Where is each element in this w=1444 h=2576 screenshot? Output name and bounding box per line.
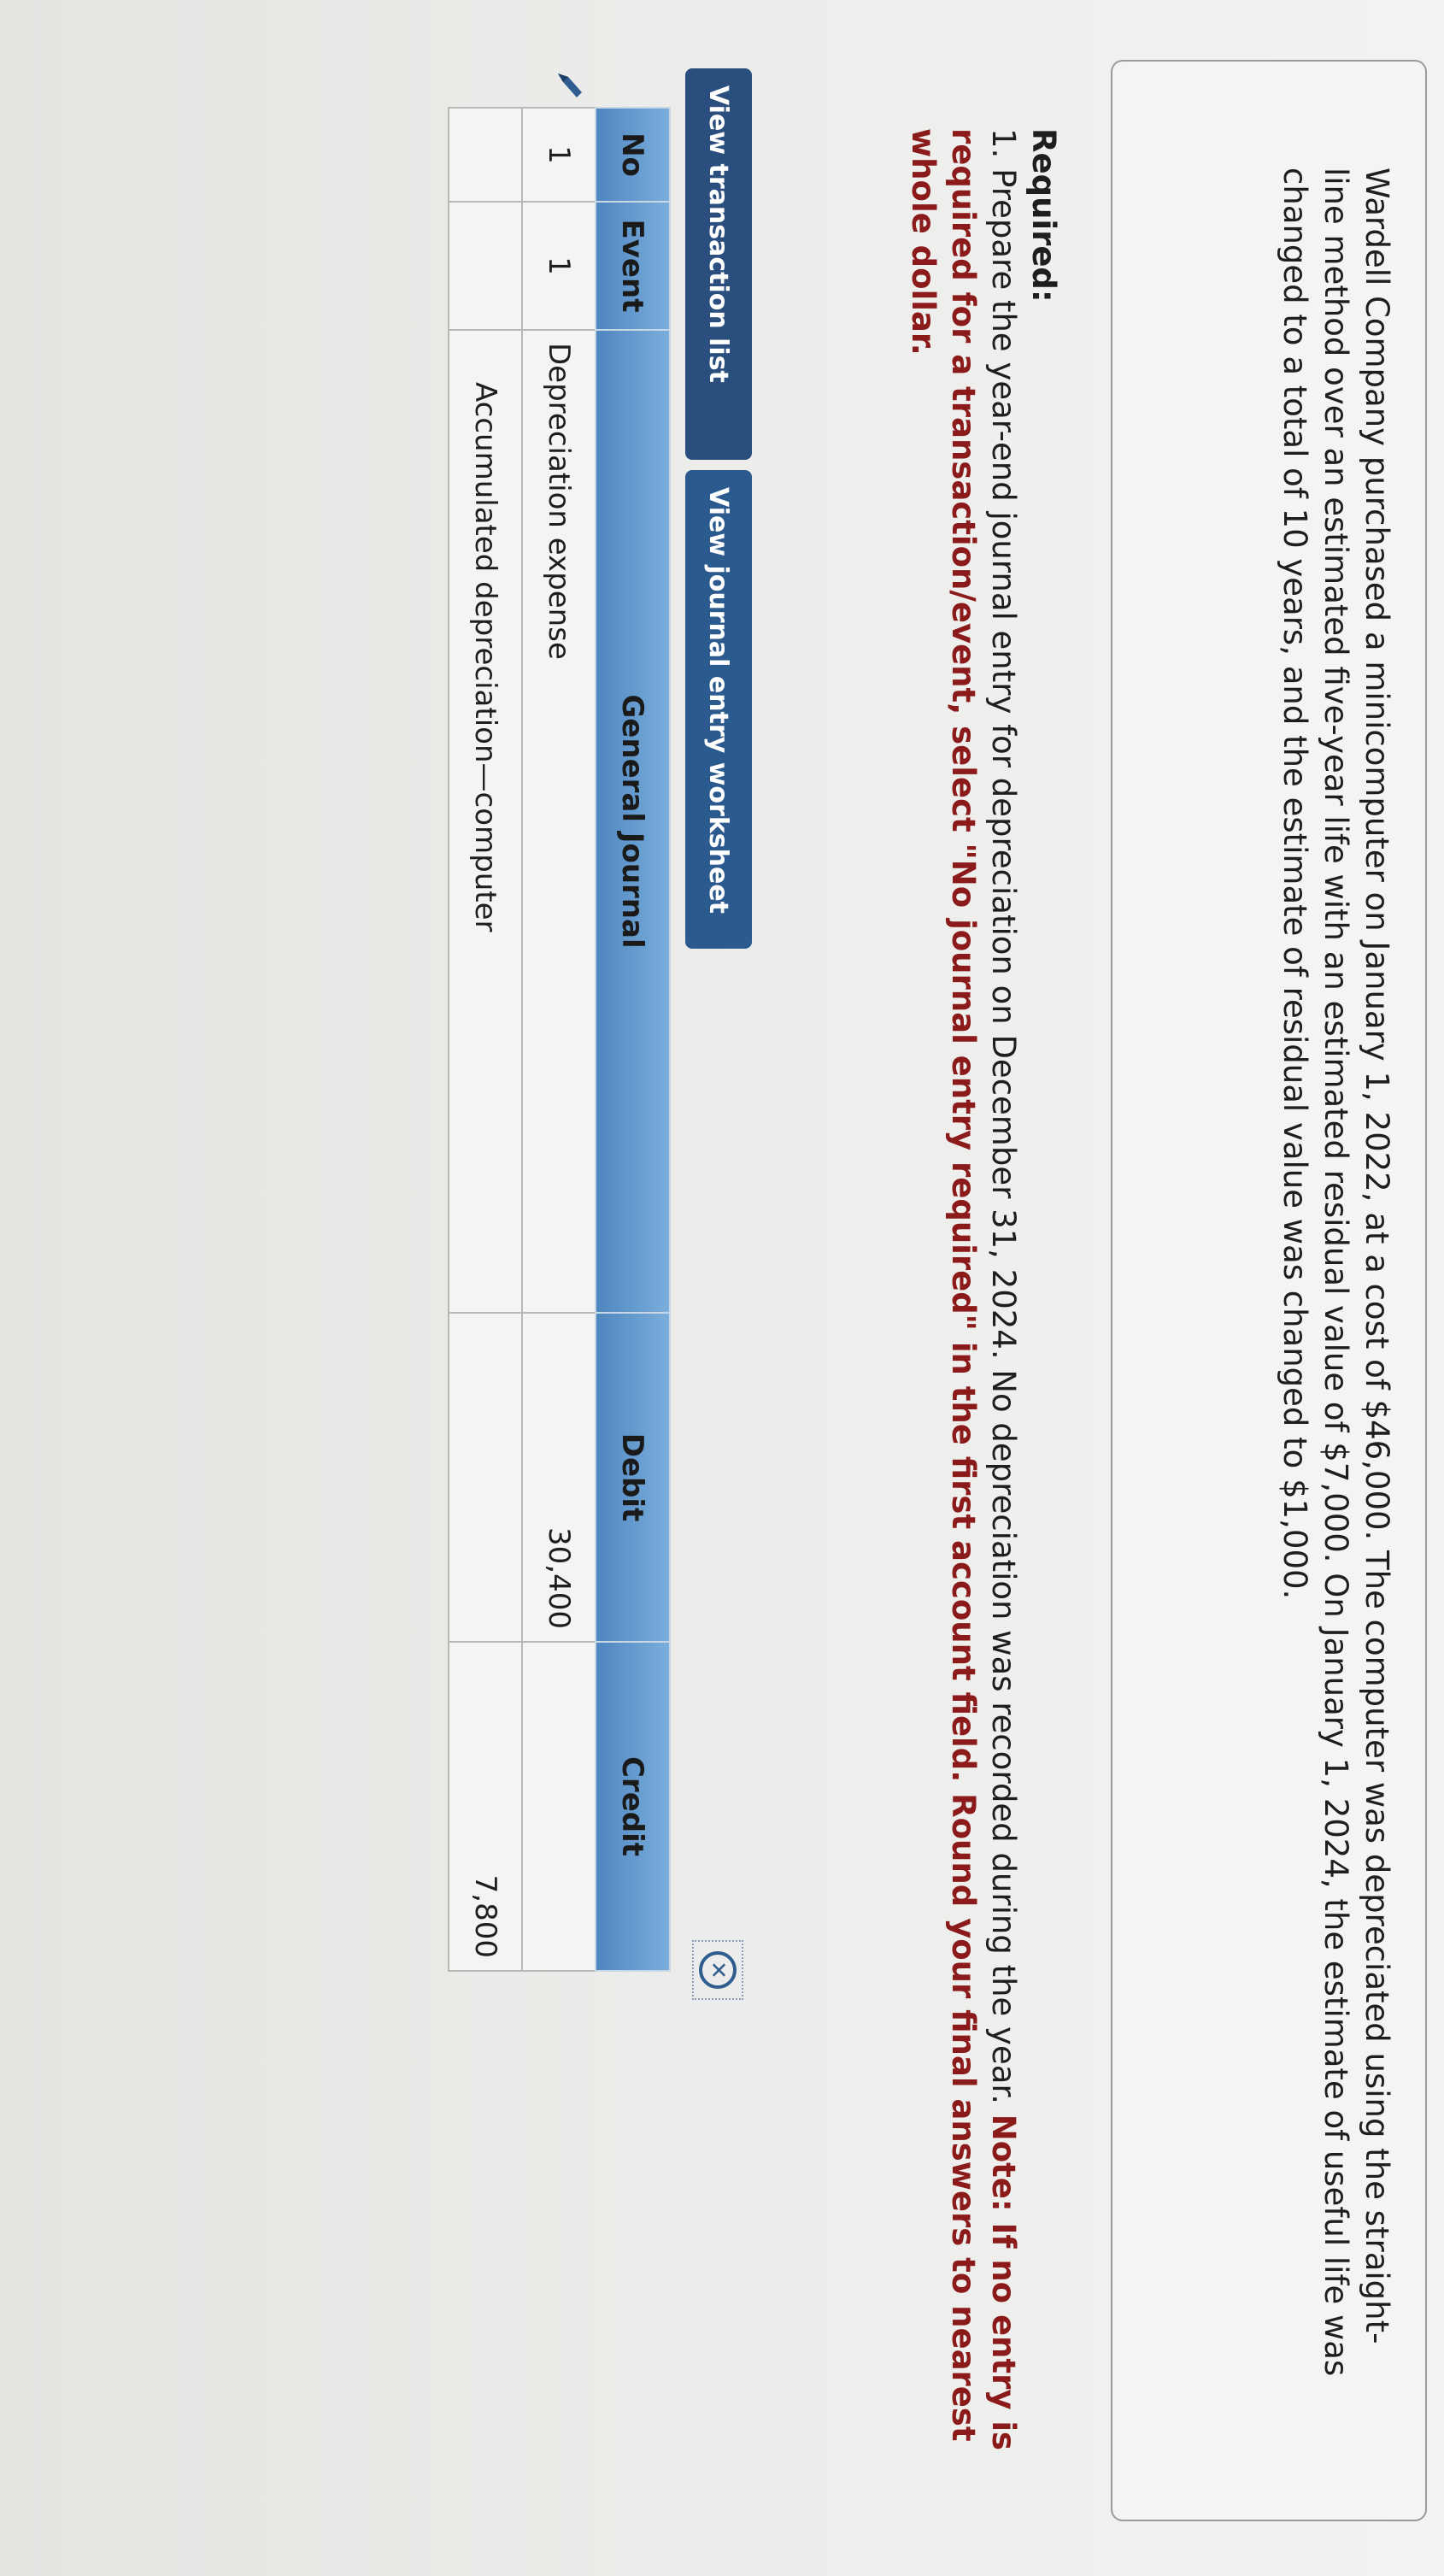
cell-event <box>449 202 522 330</box>
header-event: Event <box>596 202 670 330</box>
page: Wardell Company purchased a minicomputer… <box>0 0 1444 2576</box>
cell-debit[interactable] <box>449 1313 522 1642</box>
general-journal-table: No Event General Journal Debit Credit 1 … <box>448 107 671 1972</box>
required-instruction: 1. Prepare the year-end journal entry fo… <box>985 128 1022 2104</box>
required-heading: Required: <box>1025 128 1062 303</box>
view-journal-entry-worksheet-button[interactable]: View journal entry worksheet <box>685 470 752 949</box>
table-header-row: No Event General Journal Debit Credit <box>596 108 670 1971</box>
header-no: No <box>596 108 670 202</box>
cell-no <box>449 108 522 202</box>
close-circle-icon: ✕ <box>699 1951 737 1989</box>
table-row[interactable]: 1 1 Depreciation expense 30,400 <box>522 108 596 1971</box>
header-general-journal: General Journal <box>596 330 670 1313</box>
cell-credit[interactable]: 7,800 <box>449 1642 522 1971</box>
cell-debit[interactable]: 30,400 <box>522 1313 596 1642</box>
cell-no: 1 <box>522 108 596 202</box>
edit-pencil-icon[interactable] <box>553 68 587 103</box>
cell-account[interactable]: Accumulated depreciation—computer <box>449 330 522 1313</box>
clear-entry-button[interactable]: ✕ <box>692 1940 743 2000</box>
header-credit: Credit <box>596 1642 670 1971</box>
problem-text: Wardell Company purchased a minicomputer… <box>1277 168 1395 2377</box>
cell-event: 1 <box>522 202 596 330</box>
table-row[interactable]: Accumulated depreciation—computer 7,800 <box>449 108 522 1971</box>
cell-account[interactable]: Depreciation expense <box>522 330 596 1313</box>
view-transaction-list-button[interactable]: View transaction list <box>685 68 752 460</box>
cell-credit[interactable] <box>522 1642 596 1971</box>
required-section: Required: 1. Prepare the year-end journa… <box>903 128 1064 2521</box>
header-debit: Debit <box>596 1313 670 1642</box>
